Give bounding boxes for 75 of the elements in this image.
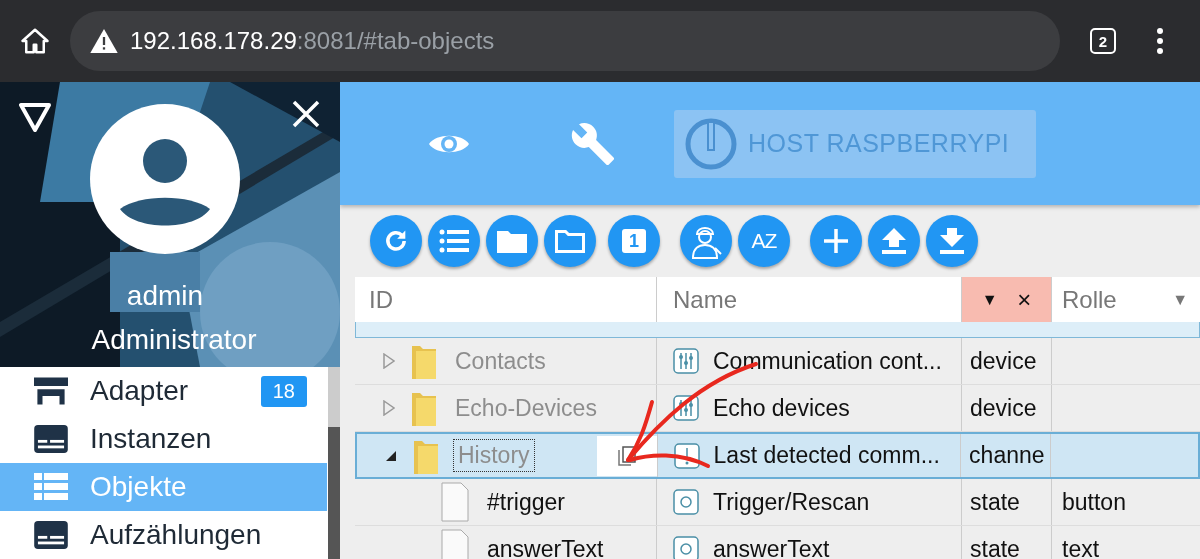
scrollbar[interactable] <box>328 367 340 559</box>
object-type: state <box>970 535 1020 559</box>
folder-icon <box>497 229 527 253</box>
object-id: answerText <box>486 534 605 559</box>
collapse-icon[interactable] <box>385 449 397 462</box>
object-role: button <box>1062 488 1126 516</box>
url-text: 192.168.178.29:8081/#tab-objects <box>130 27 495 55</box>
filter-dropdown[interactable]: ▼ <box>981 290 998 309</box>
object-type: channe <box>969 442 1045 469</box>
store-icon <box>34 377 68 405</box>
list-icon <box>34 473 68 501</box>
menu-label: Instanzen <box>90 423 212 455</box>
column-header[interactable]: ID <box>369 285 393 314</box>
count-badge: 18 <box>260 375 307 407</box>
object-name: Communication cont... <box>713 347 942 375</box>
home-icon[interactable] <box>20 26 50 56</box>
object-type: state <box>970 488 1020 516</box>
folder-button[interactable] <box>486 215 538 267</box>
file-icon <box>441 482 469 522</box>
table-row[interactable]: History Last detected comm... channe <box>355 432 1200 479</box>
warning-icon <box>90 29 118 53</box>
column-header[interactable]: Name <box>673 285 738 314</box>
object-name: Echo devices <box>713 394 850 422</box>
menu-label: Adapter <box>90 375 189 407</box>
upload-icon <box>881 227 907 255</box>
menu-item[interactable]: Aufzählungen <box>0 511 327 559</box>
user-role: Administrator <box>91 324 257 356</box>
menu-item[interactable]: Adapter 18 <box>0 367 327 415</box>
filter-dropdown[interactable]: ▼ <box>1172 290 1188 309</box>
expert-button[interactable] <box>680 215 732 267</box>
object-name: Last detected comm... <box>713 442 940 469</box>
menu-item[interactable]: Instanzen <box>0 415 327 463</box>
menu-icon[interactable] <box>1156 27 1164 55</box>
folder-button[interactable] <box>544 215 596 267</box>
copy-icon <box>617 445 636 466</box>
list-icon <box>439 229 469 253</box>
table-row[interactable]: #trigger Trigger/Rescan state button <box>355 479 1200 526</box>
state-icon <box>673 489 699 515</box>
state-icon <box>673 536 699 559</box>
wrench-icon[interactable] <box>570 120 616 167</box>
column-header[interactable]: Rolle <box>1062 285 1117 314</box>
close-icon[interactable] <box>292 100 320 128</box>
card-icon <box>34 425 68 453</box>
user-name: admin <box>126 280 204 312</box>
menu-label: Objekte <box>90 471 187 503</box>
add-button[interactable] <box>810 215 862 267</box>
object-id: Contacts <box>454 346 547 376</box>
object-id: #trigger <box>486 487 566 517</box>
object-name: answerText <box>713 535 830 559</box>
tab-count[interactable]: 2 <box>1090 28 1116 54</box>
download-icon <box>939 227 965 255</box>
object-id: History <box>453 439 535 472</box>
object-type: device <box>970 347 1037 375</box>
logo-icon <box>684 116 738 171</box>
card-icon <box>34 521 68 549</box>
folder-outline-icon <box>555 229 585 253</box>
avatar-icon <box>90 104 240 254</box>
sliders-icon <box>673 348 699 374</box>
object-id: Echo-Devices <box>454 393 598 423</box>
upload-button[interactable] <box>868 215 920 267</box>
expand-icon[interactable] <box>383 400 395 416</box>
plus-icon <box>823 228 849 254</box>
object-role: text <box>1062 535 1100 559</box>
expand-icon[interactable] <box>383 353 395 369</box>
address-bar[interactable]: 192.168.178.29:8081/#tab-objects <box>70 11 1060 71</box>
object-type: device <box>970 394 1037 422</box>
dropdown-icon[interactable] <box>18 102 52 132</box>
refresh-button[interactable] <box>370 215 422 267</box>
clear-filter-button[interactable]: × <box>1017 285 1032 314</box>
table-row[interactable]: Contacts Communication cont... device <box>355 338 1200 385</box>
table-row[interactable]: answerText answerText state text <box>355 526 1200 559</box>
object-name: Trigger/Rescan <box>713 488 870 516</box>
list-button[interactable] <box>428 215 480 267</box>
download-button[interactable] <box>926 215 978 267</box>
menu-label: Aufzählungen <box>90 519 262 551</box>
